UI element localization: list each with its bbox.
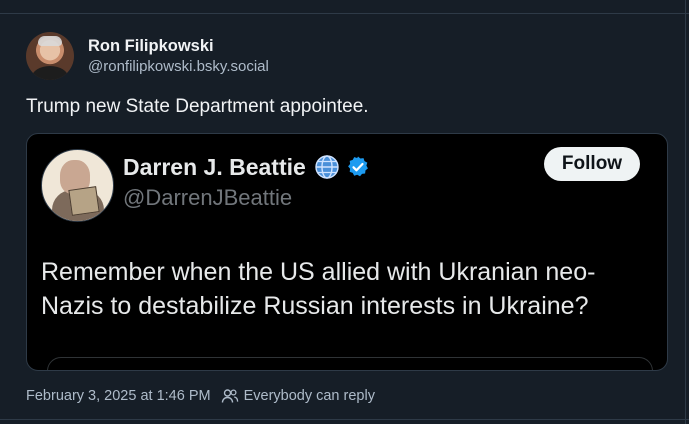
embed-author-handle[interactable]: @DarrenJBeattie: [123, 184, 292, 212]
reply-setting[interactable]: Everybody can reply: [244, 388, 375, 404]
post-text: Trump new State Department appointee.: [26, 96, 369, 117]
embed-media-card[interactable]: [47, 357, 653, 370]
verified-badge-icon: [347, 156, 368, 177]
author-row[interactable]: Ron Filipkowski @ronfilipkowski.bsky.soc…: [26, 30, 269, 82]
post-timestamp[interactable]: February 3, 2025 at 1:46 PM: [26, 388, 211, 404]
embed-avatar[interactable]: [41, 149, 114, 222]
right-divider: [685, 0, 686, 424]
post: Ron Filipkowski @ronfilipkowski.bsky.soc…: [0, 0, 685, 424]
embed-name-row: Darren J. Beattie: [123, 151, 370, 183]
people-icon: [221, 389, 238, 403]
author-name[interactable]: Ron Filipkowski: [88, 35, 269, 57]
embed-tweet-text: Remember when the US allied with Ukrania…: [41, 258, 596, 320]
follow-button[interactable]: Follow: [544, 147, 640, 181]
embed-author-name[interactable]: Darren J. Beattie: [123, 152, 306, 182]
post-meta: February 3, 2025 at 1:46 PM Everybody ca…: [26, 386, 375, 406]
embedded-tweet[interactable]: Darren J. Beattie @DarrenJBeattie Follow…: [26, 133, 668, 371]
globe-icon: [315, 155, 339, 179]
author-handle[interactable]: @ronfilipkowski.bsky.social: [88, 57, 269, 77]
author-avatar[interactable]: [26, 32, 74, 80]
author-info: Ron Filipkowski @ronfilipkowski.bsky.soc…: [88, 35, 269, 77]
